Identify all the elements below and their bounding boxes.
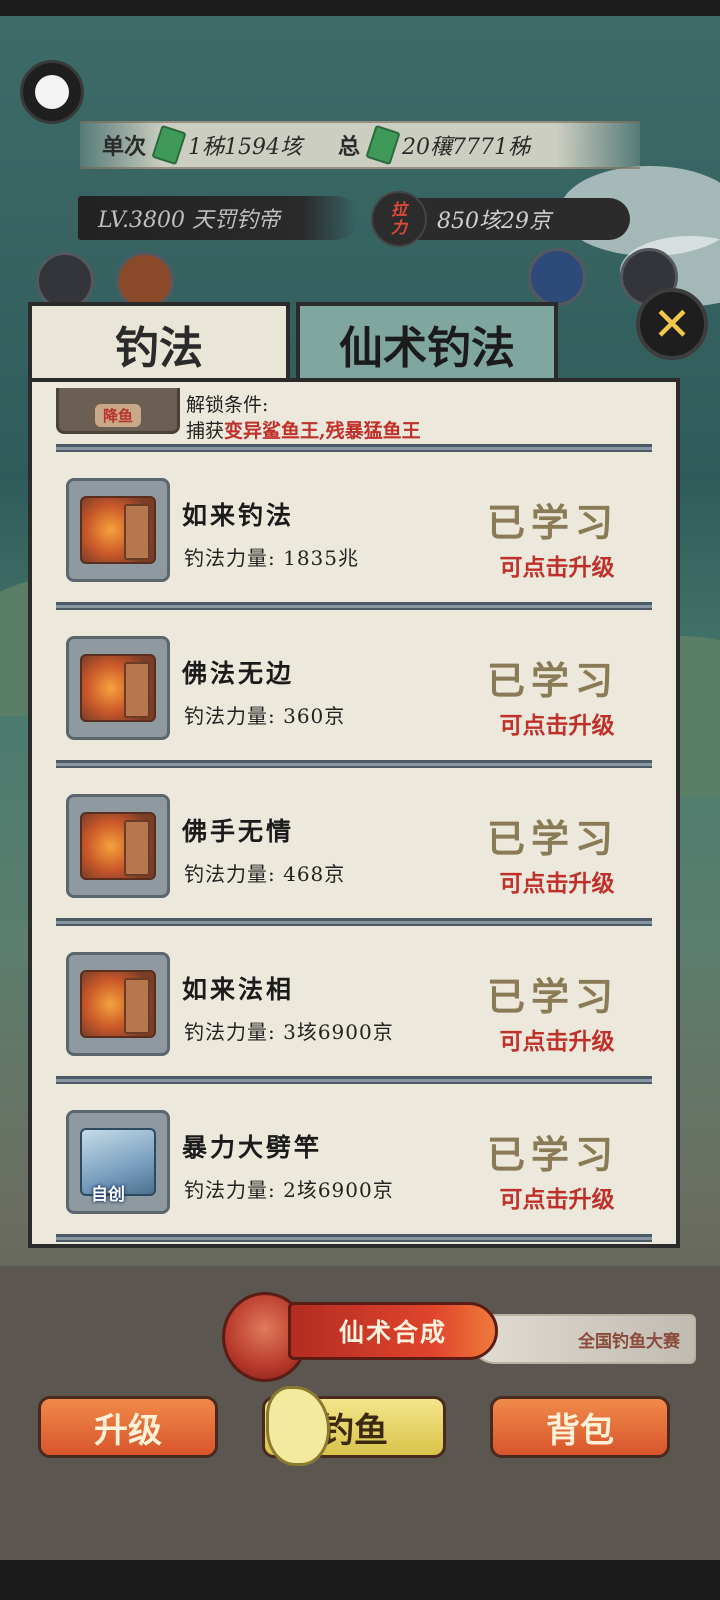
skill-list-panel[interactable]: 降鱼 解锁条件: 捕获变异鲨鱼王,残暴猛鱼王 如来钓法 钓法力量: 1835兆 … — [28, 378, 680, 1248]
game-background: 单次 1秭1594垓 总 20穰7771秭 LV.3800 天罚钓帝 拉 力 8… — [0, 16, 720, 1560]
fiery-book-icon — [66, 636, 170, 740]
blue-book-icon: 自创 — [66, 1110, 170, 1214]
divider — [56, 918, 652, 926]
locked-skill-icon: 降鱼 — [56, 388, 180, 434]
divider — [56, 1076, 652, 1084]
skill-learned-status: 已学习 — [486, 974, 619, 1019]
system-nav-bar — [0, 1560, 720, 1600]
pull-power-value: 850垓29京 — [437, 209, 551, 234]
tab-fishing-method[interactable]: 钓法 — [28, 302, 290, 382]
divider — [56, 1234, 652, 1242]
tab-immortal-method[interactable]: 仙术钓法 — [296, 302, 558, 382]
locked-skill-label: 降鱼 — [94, 404, 141, 427]
divider — [56, 760, 652, 768]
bag-button[interactable]: 背包 — [490, 1396, 670, 1458]
unlock-condition-row: 降鱼 解锁条件: 捕获变异鲨鱼王,残暴猛鱼王 — [56, 388, 656, 448]
fiery-book-icon — [66, 952, 170, 1056]
single-catch-label: 单次 — [102, 134, 147, 160]
skill-upgrade-hint[interactable]: 可点击升级 — [482, 864, 632, 898]
skill-learned-status: 已学习 — [486, 500, 619, 545]
immortal-compose-button[interactable]: 仙术合成 — [222, 1292, 502, 1382]
skill-name: 佛法无边 — [182, 659, 295, 688]
self-created-tag: 自创 — [91, 1185, 125, 1205]
divider — [56, 602, 652, 610]
pull-power-icon: 拉 力 — [371, 191, 427, 247]
total-catch-value: 20穰7771秭 — [402, 135, 531, 160]
divider — [56, 444, 652, 452]
catch-stats-bar: 单次 1秭1594垓 总 20穰7771秭 — [80, 121, 640, 169]
skill-power: 钓法力量: 1835兆 — [184, 546, 360, 570]
shield-icon[interactable] — [528, 248, 586, 306]
skill-name: 佛手无情 — [182, 817, 295, 846]
close-button[interactable]: ✕ — [636, 288, 708, 360]
skill-name: 暴力大劈竿 — [182, 1133, 323, 1162]
skill-upgrade-hint[interactable]: 可点击升级 — [482, 548, 632, 582]
close-icon: ✕ — [652, 297, 692, 351]
pull-power-icon-top: 拉 — [390, 200, 407, 219]
unlock-condition-text: 解锁条件: 捕获变异鲨鱼王,残暴猛鱼王 — [186, 392, 421, 444]
skill-power: 钓法力量: 3垓6900京 — [184, 1020, 394, 1044]
skill-learned-status: 已学习 — [486, 658, 619, 703]
player-level: LV.3800 天罚钓帝 — [78, 196, 358, 240]
skill-power: 钓法力量: 468京 — [184, 862, 346, 886]
skill-upgrade-hint[interactable]: 可点击升级 — [482, 706, 632, 740]
total-catch-label: 总 — [338, 134, 361, 160]
upgrade-button[interactable]: 升级 — [38, 1396, 218, 1458]
skill-power: 钓法力量: 360京 — [184, 704, 346, 728]
unlock-condition-prefix: 捕获 — [186, 420, 225, 442]
skill-name: 如来钓法 — [182, 501, 295, 530]
fiery-book-icon — [66, 794, 170, 898]
skill-upgrade-hint[interactable]: 可点击升级 — [482, 1022, 632, 1056]
skill-learned-status: 已学习 — [486, 1132, 619, 1177]
pull-power-bar: 拉 力 850垓29京 — [371, 191, 630, 247]
single-catch-value: 1秭1594垓 — [188, 135, 303, 160]
immortal-compose-label: 仙术合成 — [288, 1302, 498, 1360]
skill-upgrade-hint[interactable]: 可点击升级 — [482, 1180, 632, 1214]
unlock-condition-targets: 变异鲨鱼王,残暴猛鱼王 — [224, 420, 421, 442]
skill-learned-status: 已学习 — [486, 816, 619, 861]
unlock-condition-title: 解锁条件: — [186, 394, 269, 416]
skill-item[interactable]: 自创 暴力大劈竿 钓法力量: 2垓6900京 已学习 可点击升级 — [32, 1110, 676, 1244]
menu-dot-icon — [35, 75, 69, 109]
money-icon — [151, 124, 187, 166]
skill-power: 钓法力量: 2垓6900京 — [184, 1178, 394, 1202]
fiery-book-icon — [66, 478, 170, 582]
menu-button[interactable] — [20, 60, 84, 124]
money-icon — [365, 124, 401, 166]
national-contest-button[interactable]: 全国钓鱼大赛 — [470, 1314, 696, 1364]
skill-name: 如来法相 — [182, 975, 295, 1004]
pull-power-icon-bottom: 力 — [390, 218, 407, 237]
